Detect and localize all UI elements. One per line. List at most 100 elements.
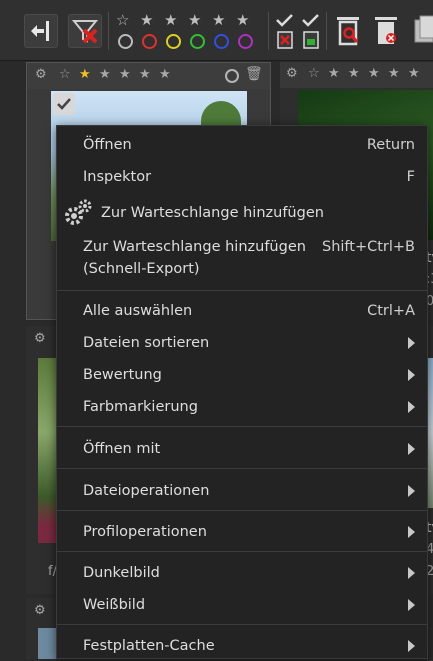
color-label-yellow-icon[interactable] bbox=[166, 34, 181, 49]
menu-separator bbox=[57, 624, 427, 625]
menu-item-disk-cache[interactable]: Festplatten-Cache bbox=[57, 631, 427, 661]
file-browser-toolbar: ☆ ★ ★ ★ ★ ★ bbox=[0, 0, 433, 61]
star-icon[interactable]: ★ bbox=[236, 12, 249, 28]
star-icon[interactable]: ★ bbox=[99, 68, 111, 82]
trash-icon[interactable]: 🗑 bbox=[245, 67, 263, 81]
menu-item-label: Dateioperationen bbox=[83, 483, 210, 499]
menu-item-add-to-queue-fast-export[interactable]: Zur Warteschlange hinzufügen (Schnell-Ex… bbox=[57, 234, 427, 284]
color-label-none-icon[interactable] bbox=[118, 34, 133, 49]
color-label-blue-icon[interactable] bbox=[214, 34, 229, 49]
context-menu: Öffnen Return Inspektor F Zur Warteschla… bbox=[56, 125, 428, 659]
filter-recently-saved-button[interactable] bbox=[300, 12, 322, 52]
toolbar-separator bbox=[108, 12, 109, 50]
submenu-arrow-icon bbox=[408, 369, 415, 381]
menu-item-flat-field[interactable]: Weißbild bbox=[57, 590, 427, 620]
menu-item-file-operations[interactable]: Dateioperationen bbox=[57, 476, 427, 506]
star-icon[interactable]: ★ bbox=[348, 67, 360, 81]
color-label-red-icon[interactable] bbox=[142, 34, 157, 49]
menu-item-label-line2: (Schnell-Export) bbox=[83, 261, 200, 277]
thumbnail-header: ⚙ ☆ ★ ★ ★ ★ ★ bbox=[280, 62, 433, 88]
menu-item-inspector[interactable]: Inspektor F bbox=[57, 162, 427, 192]
filter-edited-button[interactable] bbox=[274, 12, 296, 52]
menu-item-label: Öffnen bbox=[83, 137, 132, 153]
filter-remove-button[interactable] bbox=[68, 14, 102, 48]
menu-item-add-to-queue[interactable]: Zur Warteschlange hinzufügen bbox=[57, 196, 427, 230]
menu-item-sort-files[interactable]: Dateien sortieren bbox=[57, 328, 427, 358]
menu-item-rating[interactable]: Bewertung bbox=[57, 360, 427, 390]
thumbnail-header: ⚙ ☆ ★ ★ ★ ★ ★ 🗑 bbox=[27, 63, 270, 89]
menu-separator bbox=[57, 510, 427, 511]
submenu-arrow-icon bbox=[408, 485, 415, 497]
rating-filter-stars: ☆ ★ ★ ★ ★ ★ bbox=[116, 12, 264, 28]
gears-icon[interactable]: ⚙ bbox=[35, 68, 47, 82]
unrated-star-icon[interactable]: ☆ bbox=[308, 67, 320, 81]
color-label-icon[interactable] bbox=[225, 69, 239, 83]
menu-item-label: Weißbild bbox=[83, 597, 146, 613]
delete-trash-icon bbox=[337, 17, 359, 46]
star-icon[interactable]: ★ bbox=[408, 67, 420, 81]
gears-icon bbox=[63, 198, 93, 228]
star-icon[interactable]: ★ bbox=[140, 12, 153, 28]
menu-item-label: Farbmarkierung bbox=[83, 399, 198, 415]
submenu-arrow-icon bbox=[408, 337, 415, 349]
star-icon[interactable]: ★ bbox=[188, 12, 201, 28]
menu-item-open-with[interactable]: Öffnen mit bbox=[57, 434, 427, 464]
copy-button[interactable] bbox=[412, 14, 433, 48]
check-trash-icon bbox=[276, 14, 293, 49]
star-icon[interactable]: ★ bbox=[79, 68, 91, 82]
menu-item-label: Öffnen mit bbox=[83, 441, 161, 457]
star-icon[interactable]: ★ bbox=[119, 68, 131, 82]
star-icon[interactable]: ★ bbox=[139, 68, 151, 82]
star-icon[interactable]: ★ bbox=[212, 12, 225, 28]
menu-item-label: Dateien sortieren bbox=[83, 335, 210, 351]
gears-icon[interactable]: ⚙ bbox=[34, 332, 46, 346]
menu-item-label: Inspektor bbox=[83, 169, 152, 185]
toolbar-separator bbox=[268, 12, 269, 50]
star-icon[interactable]: ★ bbox=[368, 67, 380, 81]
star-icon[interactable]: ★ bbox=[328, 67, 340, 81]
color-label-green-icon[interactable] bbox=[190, 34, 205, 49]
menu-item-label: Zur Warteschlange hinzufügen bbox=[101, 205, 324, 221]
trash-icon bbox=[375, 17, 397, 44]
menu-item-color-label[interactable]: Farbmarkierung bbox=[57, 392, 427, 422]
star-icon[interactable]: ★ bbox=[388, 67, 400, 81]
menu-item-shortcut: F bbox=[406, 169, 415, 185]
menu-separator bbox=[57, 290, 427, 291]
submenu-arrow-icon bbox=[408, 401, 415, 413]
star-icon[interactable]: ★ bbox=[159, 68, 171, 82]
exit-fullscreen-button[interactable] bbox=[24, 14, 58, 48]
show-not-trash-button[interactable] bbox=[372, 14, 400, 48]
menu-item-dark-frame[interactable]: Dunkelbild bbox=[57, 558, 427, 588]
menu-item-shortcut: Ctrl+A bbox=[367, 303, 415, 319]
menu-separator bbox=[57, 468, 427, 469]
unrated-star-icon[interactable]: ☆ bbox=[59, 68, 71, 82]
menu-item-label: Bewertung bbox=[83, 367, 162, 383]
star-icon[interactable]: ★ bbox=[164, 12, 177, 28]
exit-fullscreen-icon bbox=[31, 21, 49, 41]
submenu-arrow-icon bbox=[408, 567, 415, 579]
menu-item-label: Profiloperationen bbox=[83, 524, 207, 540]
gears-icon[interactable]: ⚙ bbox=[286, 67, 298, 81]
menu-item-label-line1: Zur Warteschlange hinzufügen bbox=[83, 239, 306, 255]
menu-separator bbox=[57, 426, 427, 427]
menu-item-label: Alle auswählen bbox=[83, 303, 193, 319]
submenu-arrow-icon bbox=[408, 640, 415, 652]
menu-item-profile-operations[interactable]: Profiloperationen bbox=[57, 517, 427, 547]
submenu-arrow-icon bbox=[408, 526, 415, 538]
copy-icon bbox=[414, 15, 433, 43]
menu-item-label: Dunkelbild bbox=[83, 565, 160, 581]
submenu-arrow-icon bbox=[408, 599, 415, 611]
toolbar-separator bbox=[326, 12, 327, 50]
filter-remove-icon bbox=[71, 20, 99, 44]
unrated-star-icon[interactable]: ☆ bbox=[116, 12, 129, 28]
gears-icon[interactable]: ⚙ bbox=[34, 604, 46, 618]
submenu-arrow-icon bbox=[408, 443, 415, 455]
menu-separator bbox=[57, 551, 427, 552]
check-edit-icon bbox=[302, 14, 319, 49]
selection-check-icon[interactable] bbox=[53, 93, 75, 115]
menu-item-shortcut: Return bbox=[366, 137, 415, 153]
menu-item-open[interactable]: Öffnen Return bbox=[57, 130, 427, 160]
color-label-purple-icon[interactable] bbox=[238, 34, 253, 49]
show-trash-button[interactable] bbox=[334, 14, 362, 48]
menu-item-select-all[interactable]: Alle auswählen Ctrl+A bbox=[57, 296, 427, 326]
